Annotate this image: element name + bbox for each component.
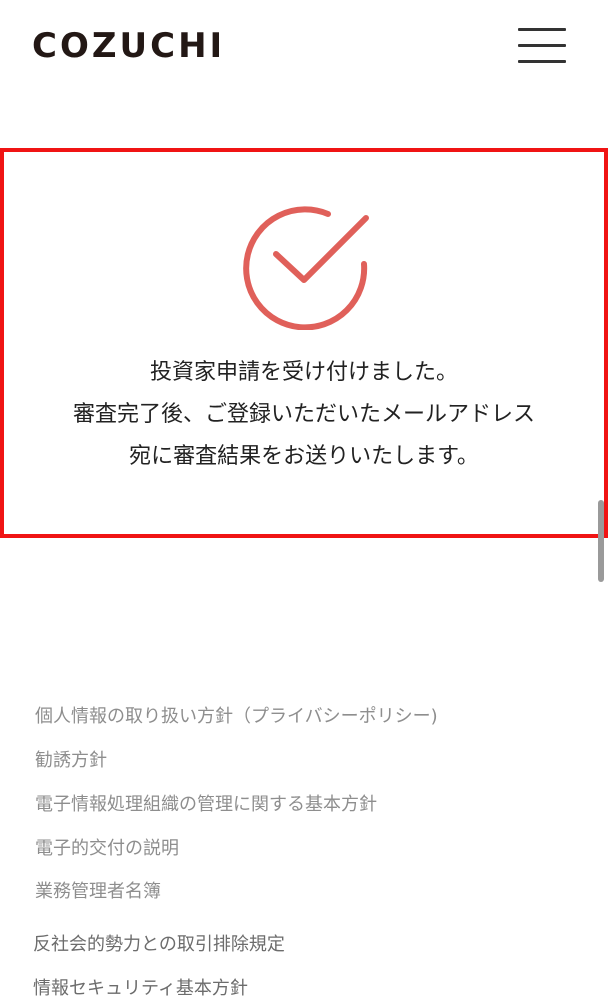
footer-link-business-managers[interactable]: 業務管理者名簿 — [35, 877, 161, 903]
menu-bar — [518, 28, 566, 31]
page: COZUCHI 投資家申請を受け付けました。 審査完了後、ご登録いただいたメール… — [0, 0, 608, 1000]
message-line: 審査完了後、ご登録いただいたメールアドレス — [72, 402, 535, 427]
check-circle-icon — [243, 206, 369, 330]
footer-link-antisocial-forces[interactable]: 反社会的勢力との取引排除規定 — [33, 930, 285, 956]
scrollbar[interactable] — [598, 500, 604, 582]
confirmation-message: 投資家申請を受け付けました。 審査完了後、ご登録いただいたメールアドレス 宛に審… — [4, 352, 604, 478]
footer-link-electronic-delivery[interactable]: 電子的交付の説明 — [35, 834, 179, 860]
message-line: 宛に審査結果をお送りいたします。 — [129, 444, 479, 469]
logo[interactable]: COZUCHI — [32, 26, 225, 66]
message-line: 投資家申請を受け付けました。 — [149, 360, 458, 385]
footer-link-information-security[interactable]: 情報セキュリティ基本方針 — [33, 974, 248, 1000]
header: COZUCHI — [0, 0, 608, 100]
footer-link-solicitation-policy[interactable]: 勧誘方針 — [35, 746, 107, 772]
footer-link-privacy-policy[interactable]: 個人情報の取り扱い方針（プライバシーポリシー) — [35, 702, 438, 728]
footer-link-data-management-policy[interactable]: 電子情報処理組織の管理に関する基本方針 — [35, 790, 377, 816]
menu-bar — [518, 44, 566, 47]
confirmation-panel: 投資家申請を受け付けました。 審査完了後、ご登録いただいたメールアドレス 宛に審… — [0, 148, 608, 538]
menu-bar — [518, 60, 566, 63]
hamburger-menu-icon[interactable] — [514, 24, 570, 68]
